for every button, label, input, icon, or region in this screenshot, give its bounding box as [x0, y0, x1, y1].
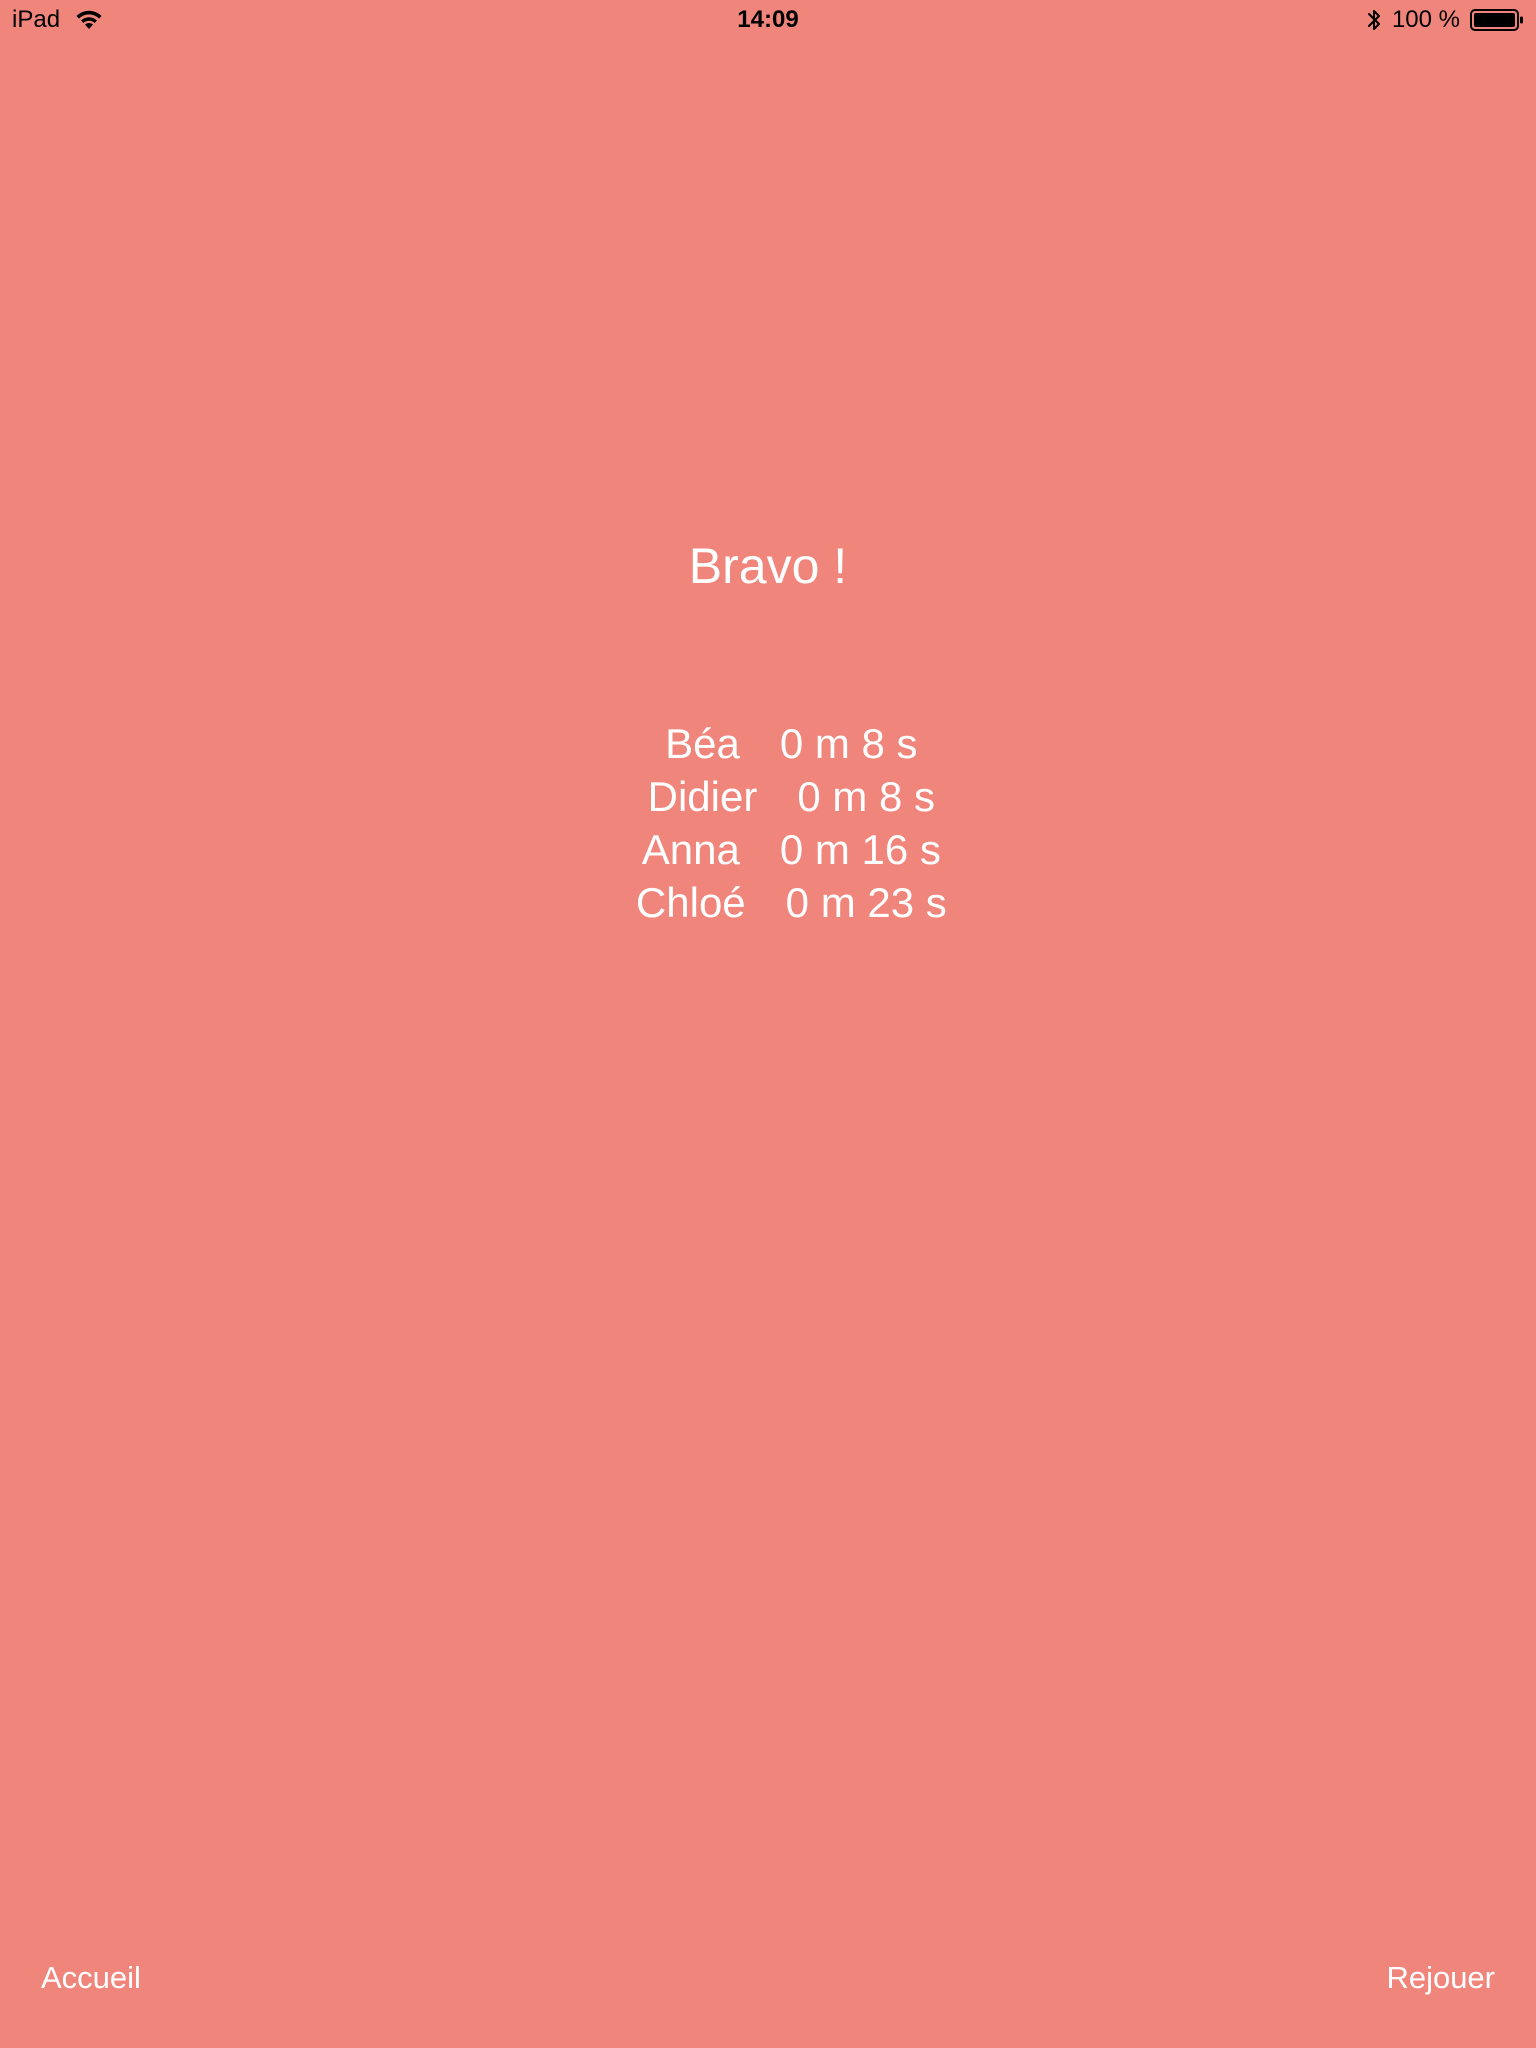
- status-bar-right: 100 %: [1366, 6, 1524, 34]
- player-name: Béa: [665, 720, 740, 767]
- home-button[interactable]: Accueil: [41, 1956, 141, 2000]
- player-name: Didier: [647, 773, 758, 820]
- page-title: Bravo !: [688, 538, 848, 594]
- battery-icon: [1470, 8, 1524, 32]
- results-list: Béa 0 m 8 s Didier 0 m 8 s Anna 0 m 16 s Ch…: [0, 664, 1536, 926]
- player-time: 0 m 16 s: [779, 826, 941, 873]
- player-name: Anna: [641, 826, 740, 873]
- bluetooth-icon: [1366, 8, 1382, 32]
- status-bar: iPad 14:09 100 %: [0, 0, 1536, 40]
- player-time: 0 m 8 s: [779, 720, 918, 767]
- result-row: Béa 0 m 8 s: [0, 664, 1536, 767]
- clock: 14:09: [737, 6, 799, 33]
- replay-button[interactable]: Rejouer: [1386, 1956, 1495, 2000]
- battery-percentage: 100 %: [1391, 6, 1460, 33]
- player-time: 0 m 8 s: [797, 773, 936, 820]
- player-time: 0 m 23 s: [785, 879, 947, 926]
- player-name: Chloé: [635, 879, 746, 926]
